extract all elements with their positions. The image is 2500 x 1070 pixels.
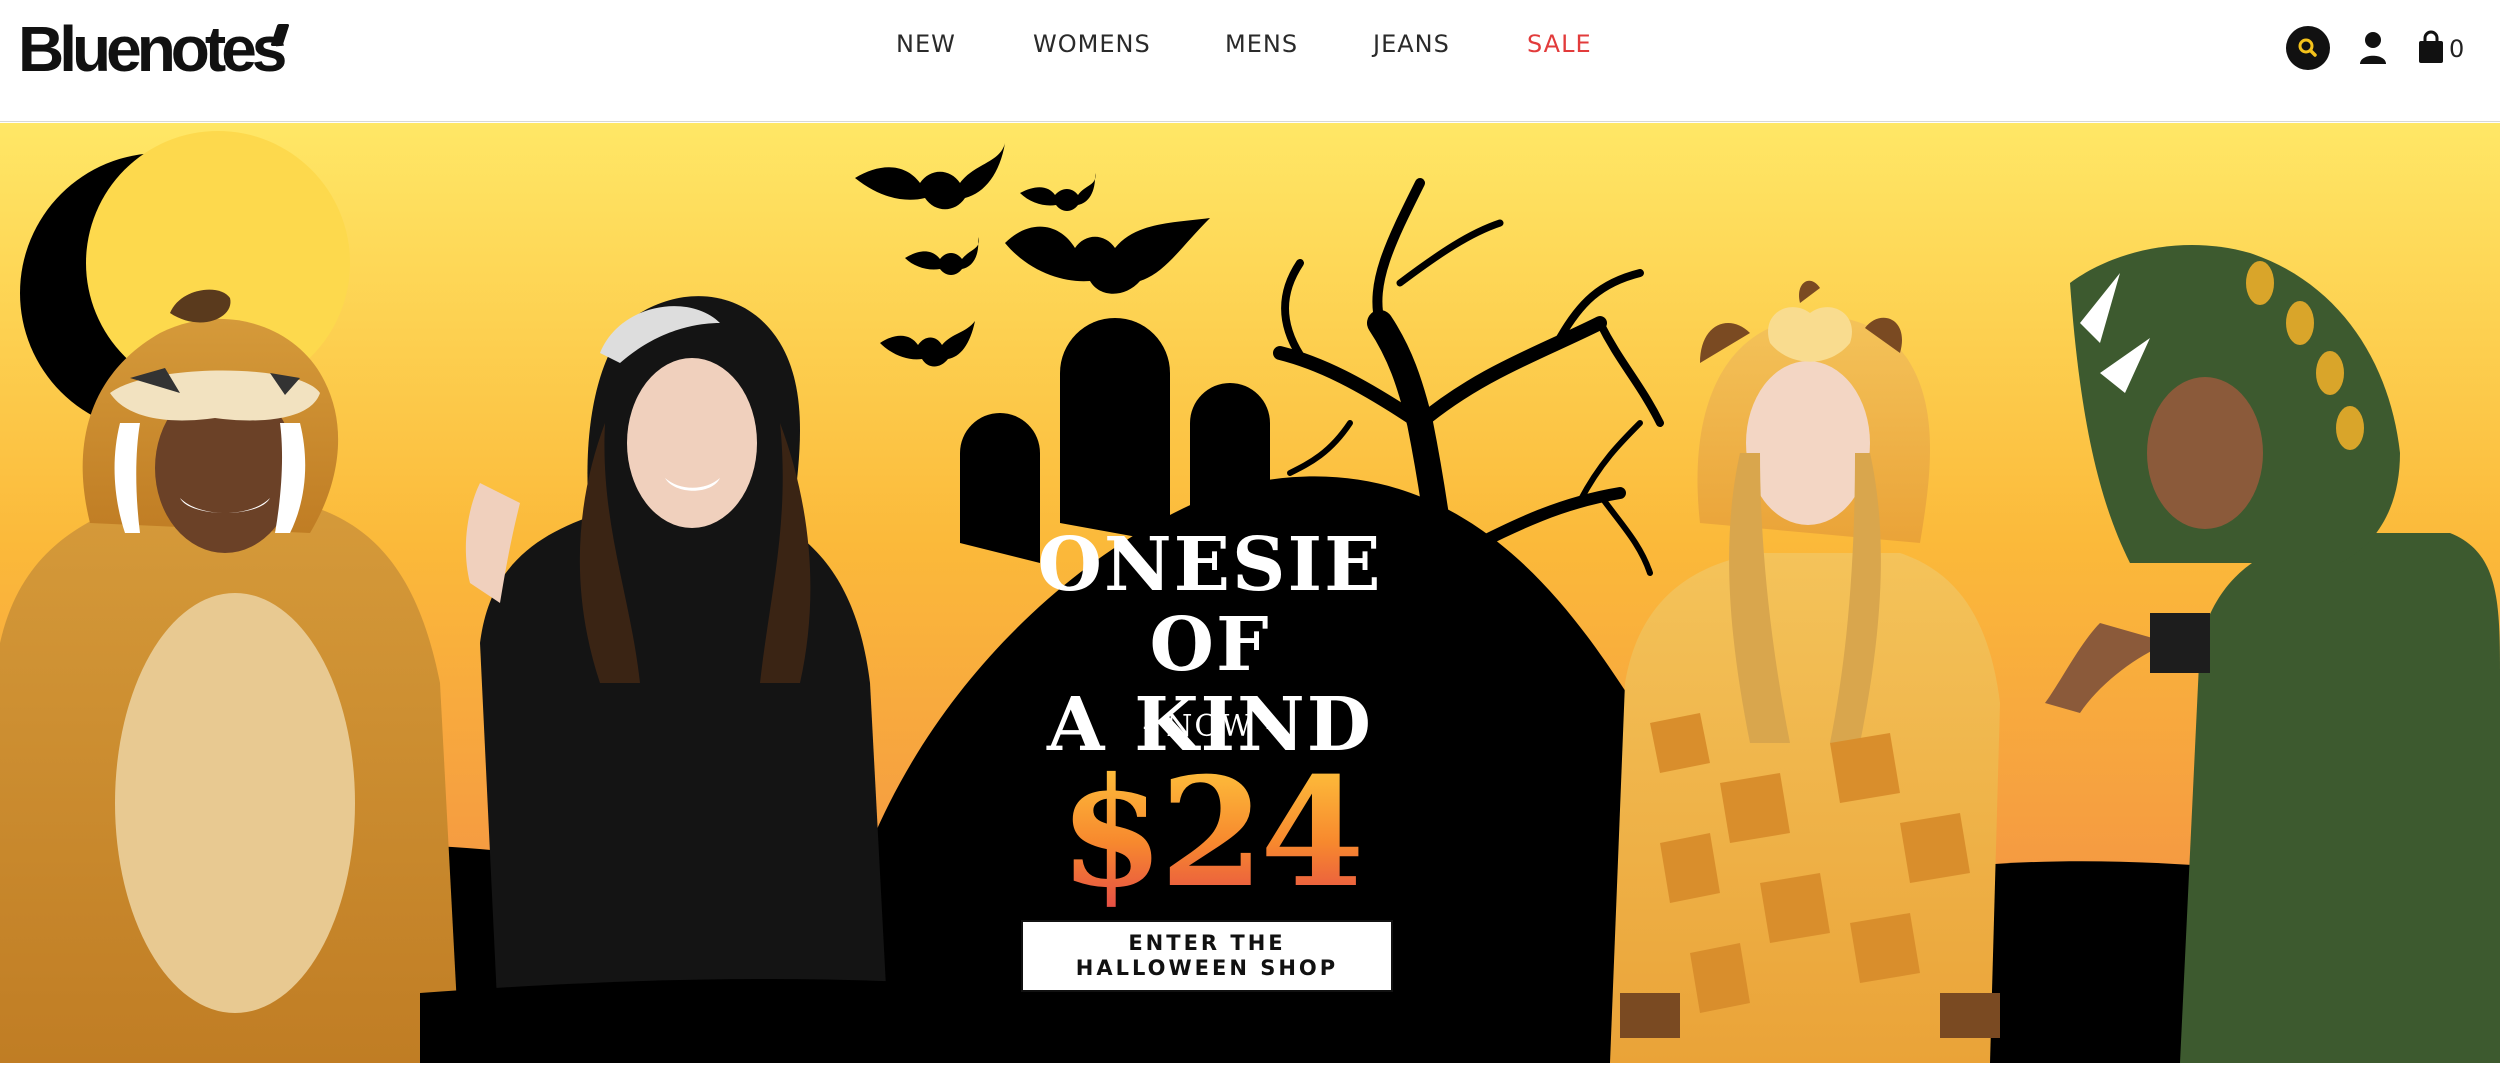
- hero-banner[interactable]: ONESIE OF A KIND - NOW - $24 ENTER THE H…: [0, 123, 2500, 1063]
- nav-item-sale[interactable]: SALE: [1527, 24, 1592, 64]
- nav-item-womens[interactable]: WOMENS: [1033, 24, 1151, 64]
- search-icon: [2298, 38, 2317, 57]
- hero-subline: - NOW -: [1142, 709, 1278, 744]
- site-header: Bluenotes NEW WOMENS MENS JEANS SALE 0: [0, 0, 2500, 122]
- shopping-bag-icon: [2419, 30, 2443, 63]
- search-button[interactable]: [2286, 26, 2330, 70]
- nav-item-new[interactable]: NEW: [896, 24, 956, 64]
- nav-item-jeans[interactable]: JEANS: [1373, 24, 1450, 64]
- cart-count: 0: [2449, 35, 2465, 63]
- hero-price: $24: [1020, 743, 1400, 923]
- cart-button[interactable]: [2416, 30, 2446, 64]
- enter-halloween-shop-button[interactable]: ENTER THE HALLOWEEN SHOP: [1021, 920, 1393, 992]
- nav-item-mens[interactable]: MENS: [1225, 24, 1298, 64]
- account-button[interactable]: [2358, 31, 2388, 65]
- user-icon: [2360, 32, 2386, 64]
- main-nav: NEW WOMENS MENS JEANS SALE: [0, 24, 2500, 64]
